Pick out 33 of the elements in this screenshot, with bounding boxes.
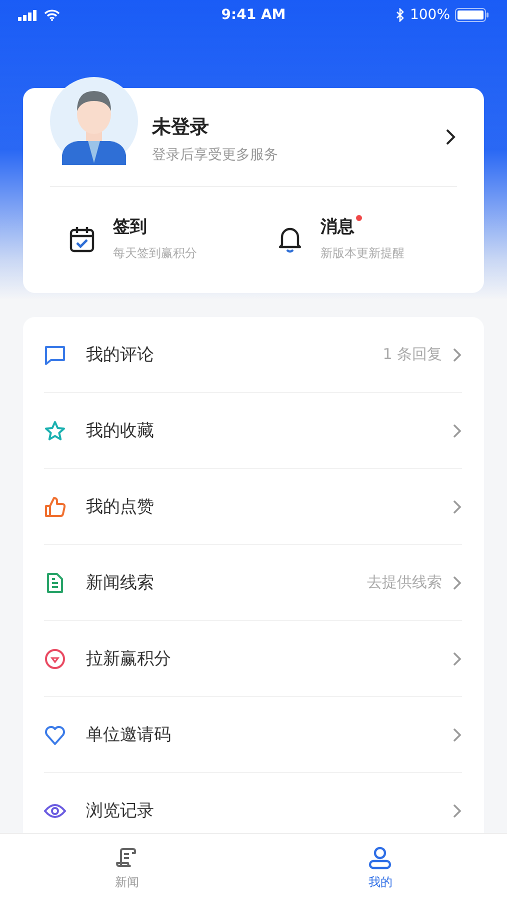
shortcut-title[interactable]: 消息: [320, 215, 354, 238]
menu-item[interactable]: 我的点赞: [86, 495, 154, 518]
wifi-icon: [44, 9, 60, 21]
avatar-icon[interactable]: [50, 77, 138, 165]
calendar-icon[interactable]: [69, 224, 95, 252]
target-icon: [44, 648, 66, 670]
shortcut-title[interactable]: 签到: [113, 215, 147, 238]
menu-item[interactable]: 单位邀请码: [86, 723, 171, 746]
status-time: 9:41 AM: [221, 7, 286, 23]
battery-percent: 100%: [410, 7, 450, 23]
thumbs-up-icon: [44, 496, 66, 518]
menu-item[interactable]: 新闻线索: [86, 571, 154, 594]
profile-subtitle: 登录后享受更多服务: [152, 146, 279, 164]
document-icon: [44, 572, 66, 594]
scroll-icon: [114, 846, 139, 870]
battery-icon: [455, 8, 489, 22]
comment-icon: [44, 344, 66, 366]
shortcut-subtitle: 每天签到赢积分: [113, 245, 197, 262]
menu-item[interactable]: 拉新赢积分: [86, 647, 171, 670]
person-icon: [368, 846, 392, 870]
menu-item[interactable]: 我的收藏: [86, 419, 154, 442]
tab[interactable]: 我的: [254, 834, 507, 900]
chevron-icon[interactable]: [444, 128, 456, 146]
menu-item-detail: 去提供线索: [367, 573, 442, 592]
profile-name[interactable]: 未登录: [152, 114, 444, 140]
menu-item[interactable]: 我的评论: [86, 343, 154, 366]
signal-icon: [18, 10, 39, 20]
bluetooth-icon: [396, 8, 405, 22]
menu-item[interactable]: 浏览记录: [86, 799, 154, 822]
star-icon: [44, 420, 66, 442]
menu-item-detail: 1 条回复: [382, 345, 442, 364]
heart-icon: [44, 724, 66, 746]
shortcut-subtitle: 新版本更新提醒: [320, 245, 404, 262]
